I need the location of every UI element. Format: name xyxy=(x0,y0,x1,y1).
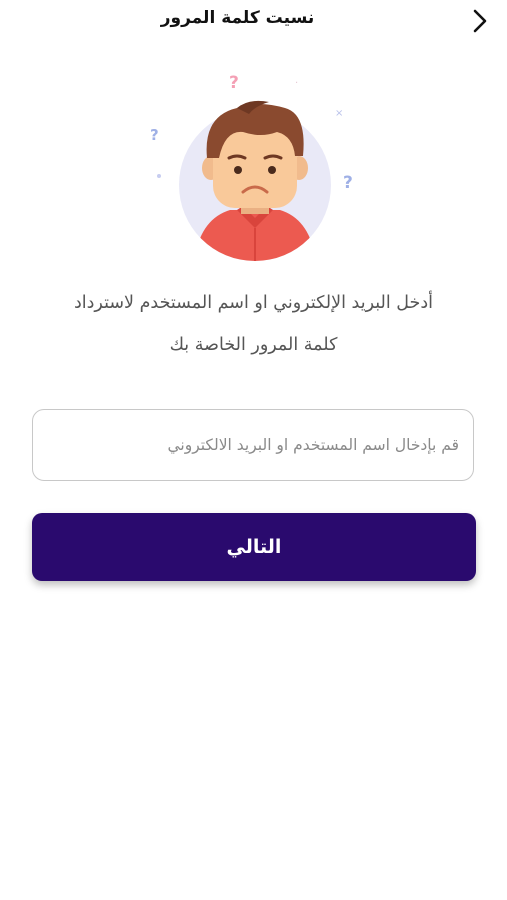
page-title: نسيت كلمة المرور xyxy=(160,8,315,28)
forgot-password-screen: نسيت كلمة المرور ? ? ? × · أدخل البريد ا… xyxy=(0,0,507,900)
instructions-text: أدخل البريد الإلكتروني او اسم المستخدم ل… xyxy=(22,282,485,366)
identifier-input[interactable] xyxy=(33,410,473,480)
svg-text:·: · xyxy=(295,78,298,89)
svg-text:?: ? xyxy=(343,173,353,193)
svg-text:×: × xyxy=(335,108,343,119)
chevron-right-icon xyxy=(473,9,487,33)
top-bar: نسيت كلمة المرور xyxy=(0,0,507,42)
svg-text:?: ? xyxy=(150,126,159,144)
instructions-line-2: كلمة المرور الخاصة بك xyxy=(169,335,338,355)
next-button[interactable]: التالي xyxy=(32,513,476,581)
instructions-line-1: أدخل البريد الإلكتروني او اسم المستخدم ل… xyxy=(73,293,433,313)
identifier-field-container xyxy=(32,409,474,481)
confused-man-illustration: ? ? ? × · xyxy=(150,73,353,261)
svg-text:?: ? xyxy=(229,73,239,93)
next-button-label: التالي xyxy=(226,536,282,558)
back-button[interactable] xyxy=(466,6,494,36)
